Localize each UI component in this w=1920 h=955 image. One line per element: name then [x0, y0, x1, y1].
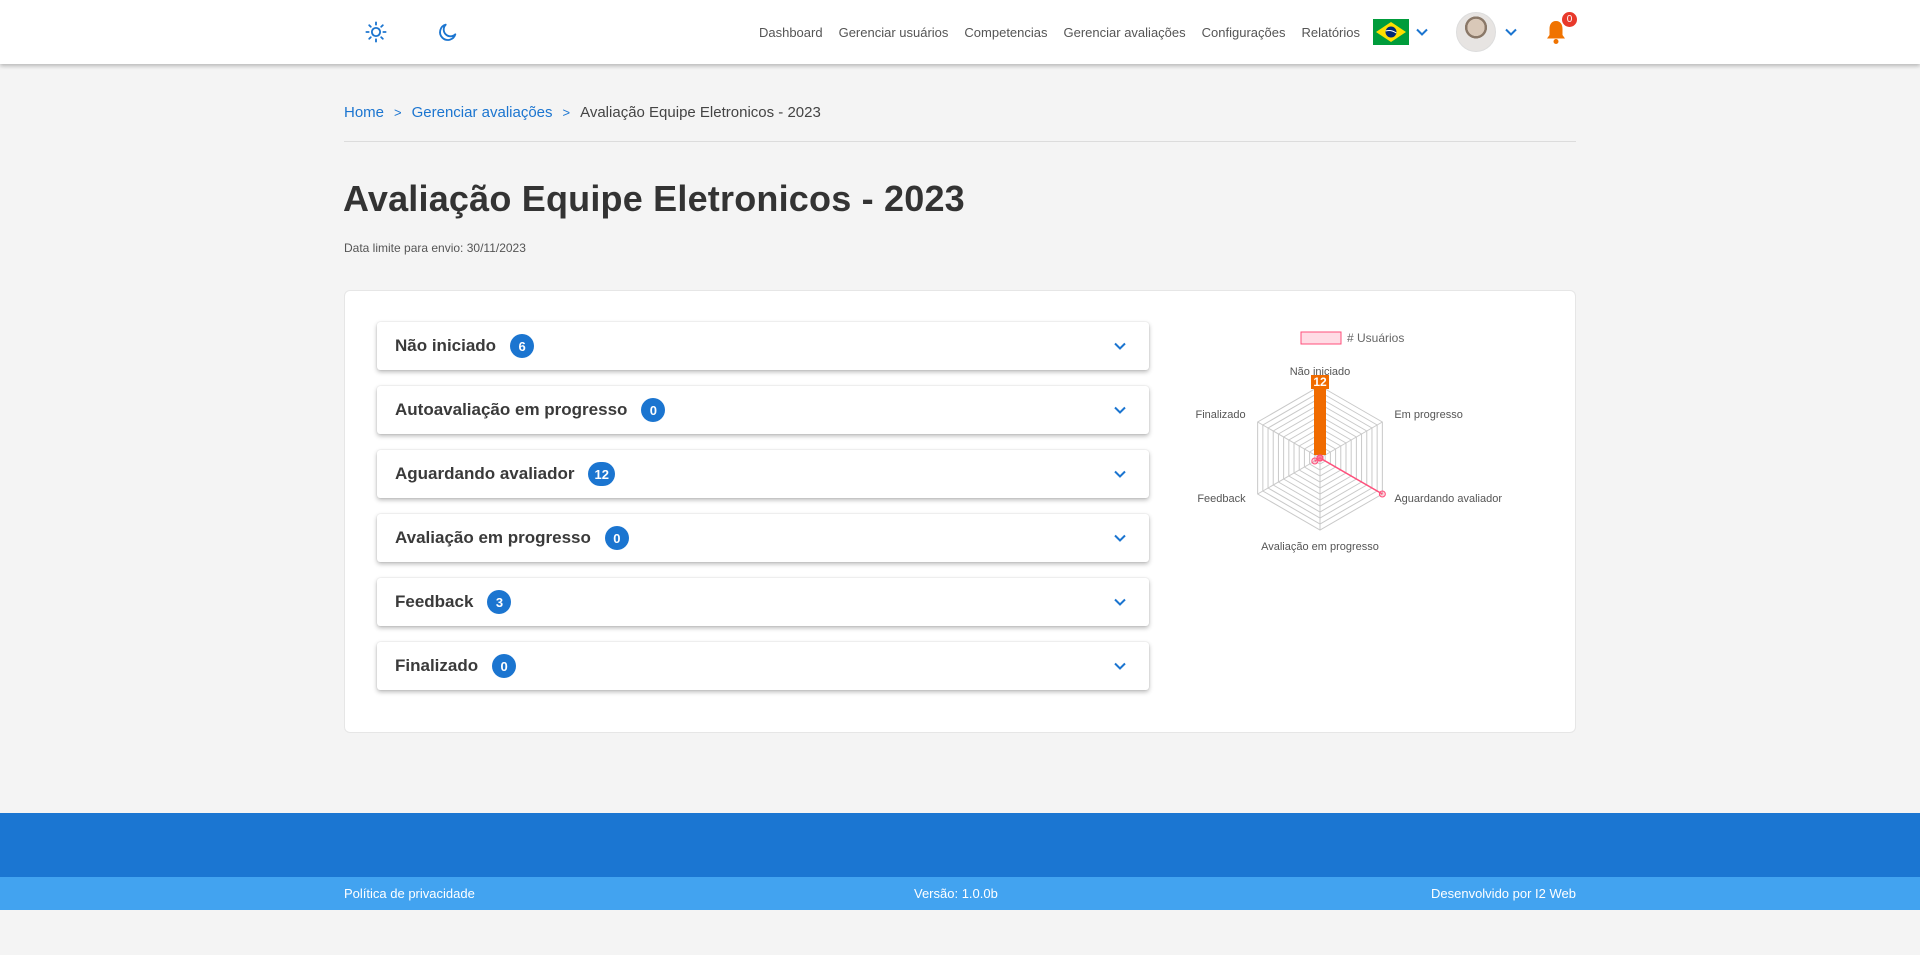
count-badge: 6 [510, 334, 535, 358]
light-theme-button[interactable] [362, 18, 390, 46]
nav-dashboard[interactable]: Dashboard [759, 25, 823, 40]
footer-bar: Política de privacidade Versão: 1.0.0b D… [0, 877, 1920, 910]
version-text: Versão: 1.0.0b [914, 886, 998, 901]
privacy-policy-link[interactable]: Política de privacidade [344, 886, 475, 901]
radar-data-point [1378, 490, 1386, 498]
accordion-label: Avaliação em progresso [395, 528, 591, 547]
radar-tick-marker [1314, 431, 1326, 437]
count-badge: 0 [604, 526, 629, 550]
breadcrumb-current: Avaliação Equipe Eletronicos - 2023 [580, 104, 821, 121]
radar-tick-marker [1314, 419, 1326, 425]
chevron-down-icon [1114, 662, 1126, 670]
accordion-label: Finalizado [395, 656, 479, 675]
nav-reports[interactable]: Relatórios [1301, 25, 1360, 40]
count-badge: 12 [588, 462, 615, 486]
breadcrumb-separator: > [562, 105, 571, 120]
legend-swatch [1300, 331, 1342, 345]
nav-manage-users[interactable]: Gerenciar usuários [839, 25, 949, 40]
developer-credit: Desenvolvido por I2 Web [1430, 886, 1576, 901]
accordion-awaiting-evaluator[interactable]: Aguardando avaliador 12 [377, 450, 1149, 498]
accordion-label: Aguardando avaliador [395, 464, 575, 483]
accordion-label: Não iniciado [395, 336, 497, 355]
notification-badge: 0 [1562, 12, 1577, 27]
top-navbar: Dashboard Gerenciar usuários Competencia… [0, 0, 1920, 64]
radar-data-point [1316, 454, 1324, 462]
radar-chart: # Usuários12Não iniciadoEm progressoAgua… [1196, 331, 1503, 553]
radar-axis-label: Avaliação em progresso [1261, 541, 1379, 553]
radar-tick-marker [1314, 413, 1326, 419]
accordion-self-evaluation-in-progress[interactable]: Autoavaliação em progresso 0 [377, 386, 1149, 434]
radar-axis-label: Em progresso [1394, 409, 1462, 421]
chevron-down-icon [1114, 598, 1126, 606]
accordion-label: Feedback [395, 592, 474, 611]
count-badge: 0 [641, 398, 666, 422]
deadline-text: Data limite para envio: 30/11/2023 [344, 241, 526, 255]
legend-label: # Usuários [1347, 331, 1404, 345]
avatar [1456, 12, 1496, 52]
accordion-feedback[interactable]: Feedback 3 [377, 578, 1149, 626]
page-title: Avaliação Equipe Eletronicos - 2023 [343, 178, 965, 219]
footer-band [0, 813, 1920, 877]
user-menu[interactable] [1456, 12, 1518, 52]
radar-axis-label: Não iniciado [1290, 366, 1351, 378]
chevron-down-icon [1114, 534, 1126, 542]
radar-tick-marker [1314, 437, 1326, 443]
chevron-down-icon [1114, 406, 1126, 414]
nav-competencies[interactable]: Competencias [964, 25, 1047, 40]
count-badge: 3 [487, 590, 512, 614]
radar-axis-label: Aguardando avaliador [1394, 493, 1502, 505]
dark-theme-button[interactable] [434, 18, 462, 46]
breadcrumb-separator: > [394, 105, 402, 120]
language-selector[interactable] [1373, 19, 1429, 45]
radar-tick-marker [1314, 407, 1326, 413]
count-badge: 0 [492, 654, 517, 678]
nav-manage-evaluations[interactable]: Gerenciar avaliações [1064, 25, 1186, 40]
radar-tick-marker [1314, 443, 1326, 449]
accordion-label: Autoavaliação em progresso [395, 400, 628, 419]
radar-tick-marker [1314, 389, 1326, 395]
divider [344, 141, 1576, 142]
brazil-flag-icon [1373, 19, 1409, 45]
chevron-down-icon [1114, 470, 1126, 478]
radar-tick-marker [1314, 449, 1326, 455]
radar-axis-label: Feedback [1197, 493, 1246, 505]
sun-icon [365, 21, 387, 43]
breadcrumb: Home > Gerenciar avaliações > Avaliação … [344, 104, 821, 121]
moon-icon [439, 23, 457, 41]
radar-axis-label: Finalizado [1196, 409, 1246, 421]
main-nav: Dashboard Gerenciar usuários Competencia… [759, 0, 1360, 64]
chevron-down-icon [1416, 28, 1428, 36]
radar-tick-marker [1314, 425, 1326, 431]
accordion-evaluation-in-progress[interactable]: Avaliação em progresso 0 [377, 514, 1149, 562]
breadcrumb-manage-evaluations[interactable]: Gerenciar avaliações [412, 104, 553, 121]
accordion-not-started[interactable]: Não iniciado 6 [377, 322, 1149, 370]
radar-tick-marker [1314, 401, 1326, 407]
breadcrumb-home[interactable]: Home [344, 104, 384, 121]
accordion-finished[interactable]: Finalizado 0 [377, 642, 1149, 690]
nav-settings[interactable]: Configurações [1202, 25, 1286, 40]
chevron-down-icon [1114, 342, 1126, 350]
radar-tick-marker [1314, 395, 1326, 401]
chevron-down-icon [1505, 28, 1517, 36]
